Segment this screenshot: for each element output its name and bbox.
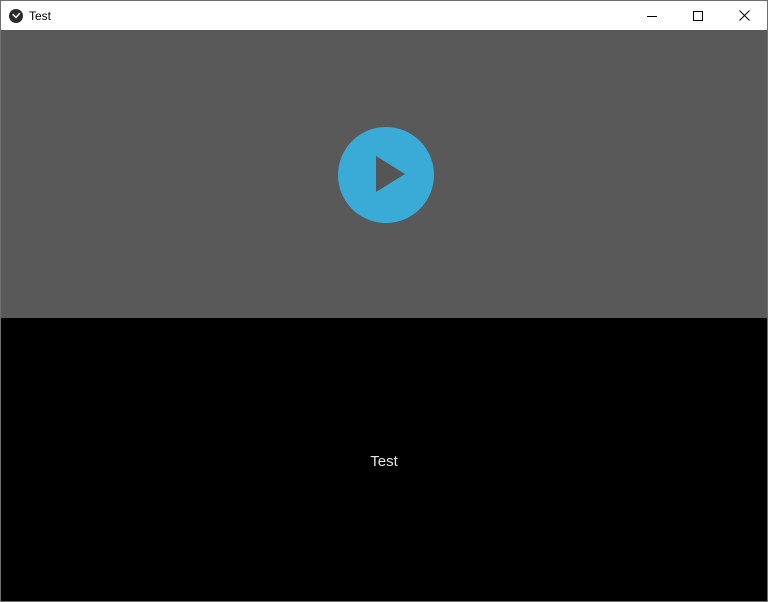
content-panel: Test [1,318,767,601]
kivy-icon [9,8,23,23]
close-icon [738,10,750,21]
play-icon [376,156,405,192]
minimize-icon [647,15,657,17]
play-button[interactable] [338,127,434,223]
minimize-button[interactable] [629,1,675,30]
close-button[interactable] [721,1,767,30]
video-player[interactable] [1,30,767,318]
content-label: Test [370,453,398,470]
maximize-icon [693,10,703,21]
maximize-button[interactable] [675,1,721,30]
title-bar[interactable]: Test [1,1,767,30]
window-title: Test [29,8,52,23]
window-controls [629,1,767,30]
app-window: Test Test [0,0,768,602]
